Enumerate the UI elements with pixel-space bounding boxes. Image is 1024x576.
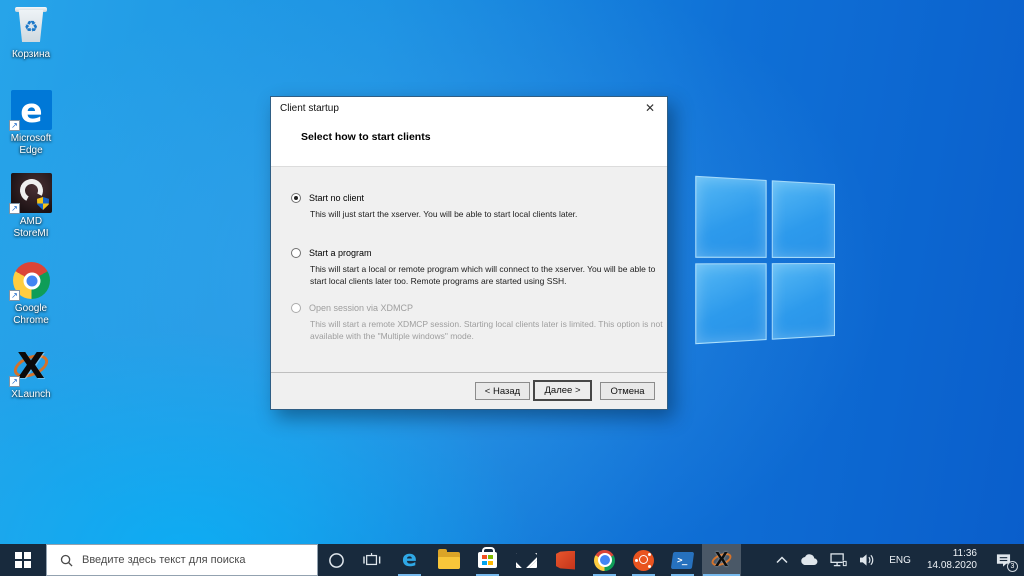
option-start-a-program: Start a program This will start a local … — [291, 248, 657, 287]
microsoft-store-icon — [478, 547, 497, 568]
option-description: This will start a local or remote progra… — [310, 264, 656, 286]
desktop-icon-label: Корзина — [11, 49, 51, 60]
client-startup-dialog: Client startup ✕ Select how to start cli… — [270, 96, 668, 410]
desktop-icon-label: XLaunch — [11, 389, 51, 400]
cancel-button[interactable]: Отмена — [600, 382, 655, 400]
taskbar-search[interactable] — [46, 544, 318, 576]
taskbar-ubuntu[interactable] — [624, 544, 663, 576]
office-icon — [556, 550, 575, 570]
chevron-up-icon — [776, 556, 788, 564]
onedrive-tray-button[interactable] — [794, 544, 824, 576]
network-tray-button[interactable] — [824, 544, 853, 576]
taskbar-edge[interactable]: e — [390, 544, 429, 576]
desktop-icon-label: Google Chrome — [13, 303, 49, 326]
dialog-title: Client startup — [280, 102, 339, 114]
cortana-button[interactable] — [318, 544, 354, 576]
uac-shield-icon — [37, 197, 49, 210]
notification-badge: 3 — [1007, 561, 1018, 572]
shortcut-arrow-icon: ↗ — [9, 203, 20, 214]
windows-start-icon — [15, 552, 31, 568]
radio-open-session-via-xdmcp — [291, 303, 301, 313]
search-icon — [60, 554, 73, 567]
option-description: This will just start the xserver. You wi… — [310, 209, 578, 219]
mail-icon — [516, 552, 537, 568]
taskbar-office[interactable] — [546, 544, 585, 576]
clock-date: 14.08.2020 — [926, 560, 977, 571]
desktop-icon-microsoft-edge[interactable]: e ↗ Microsoft Edge — [2, 90, 60, 157]
cortana-icon — [328, 552, 344, 568]
chrome-icon: ↗ — [9, 260, 52, 301]
taskbar: e >_ X — [0, 544, 1024, 576]
desktop-icon-label: Microsoft Edge — [10, 133, 52, 156]
recycle-bin-icon: ♻ — [10, 6, 52, 46]
volume-tray-button[interactable] — [853, 544, 881, 576]
chrome-icon — [594, 549, 615, 571]
option-label: Open session via XDMCP — [309, 303, 414, 313]
search-input[interactable] — [82, 554, 317, 566]
task-view-icon — [363, 553, 381, 566]
task-view-button[interactable] — [354, 544, 390, 576]
option-start-no-client: Start no client This will just start the… — [291, 193, 657, 221]
windows-logo-pane — [695, 175, 767, 258]
close-button[interactable]: ✕ — [633, 97, 667, 119]
wizard-heading: Select how to start clients — [301, 131, 431, 143]
desktop-icon-xlaunch[interactable]: X ↗ XLaunch — [2, 346, 60, 401]
shortcut-arrow-icon: ↗ — [9, 120, 20, 131]
taskbar-mail[interactable] — [507, 544, 546, 576]
xlaunch-icon: X — [709, 548, 734, 572]
wizard-body: Start no client This will just start the… — [271, 168, 667, 372]
back-button[interactable]: < Назад — [475, 382, 530, 400]
shortcut-arrow-icon: ↗ — [9, 290, 20, 301]
powershell-icon: >_ — [670, 551, 695, 569]
network-icon — [830, 553, 847, 567]
desktop-icon-recycle-bin[interactable]: ♻ Корзина — [2, 6, 60, 61]
option-description: This will start a remote XDMCP session. … — [310, 319, 663, 341]
option-label[interactable]: Start no client — [309, 193, 364, 203]
desktop-icon-amd-storemi[interactable]: ↗ AMD StoreMI — [2, 173, 60, 240]
windows-logo — [695, 175, 835, 345]
start-button[interactable] — [0, 544, 46, 576]
onedrive-cloud-icon — [801, 554, 818, 565]
taskbar-chrome[interactable] — [585, 544, 624, 576]
windows-logo-pane — [771, 262, 835, 340]
edge-icon: e — [402, 547, 417, 572]
speaker-icon — [860, 554, 874, 566]
desktop-icon-google-chrome[interactable]: ↗ Google Chrome — [2, 260, 60, 327]
dialog-titlebar[interactable]: Client startup ✕ — [271, 97, 667, 119]
windows-logo-pane — [695, 262, 767, 345]
taskbar-file-explorer[interactable] — [429, 544, 468, 576]
shortcut-arrow-icon: ↗ — [9, 376, 20, 387]
radio-start-no-client[interactable] — [291, 193, 301, 203]
option-label[interactable]: Start a program — [309, 248, 372, 258]
language-indicator[interactable]: ENG — [881, 555, 919, 566]
tray-chevron-button[interactable] — [770, 544, 794, 576]
amd-storemi-icon: ↗ — [9, 173, 52, 214]
desktop-icon-label: AMD StoreMI — [13, 216, 49, 239]
close-icon: ✕ — [644, 101, 656, 115]
system-tray: ENG 11:36 14.08.2020 3 — [770, 544, 1024, 576]
taskbar-microsoft-store[interactable] — [468, 544, 507, 576]
wizard-footer: < Назад Далее > Отмена — [271, 372, 667, 409]
option-open-session-via-xdmcp: Open session via XDMCP This will start a… — [291, 303, 663, 342]
taskbar-xlaunch[interactable]: X — [702, 544, 741, 576]
xlaunch-icon: X ↗ — [9, 346, 52, 387]
next-button[interactable]: Далее > — [533, 380, 592, 401]
edge-icon: e ↗ — [9, 90, 52, 131]
radio-start-a-program[interactable] — [291, 248, 301, 258]
screen: ♻ Корзина e ↗ Microsoft Edge ↗ AMD Store… — [0, 0, 1024, 576]
ubuntu-icon — [633, 549, 654, 571]
clock-time: 11:36 — [952, 548, 977, 559]
file-explorer-icon — [437, 548, 460, 569]
clock[interactable]: 11:36 14.08.2020 — [919, 548, 985, 572]
taskbar-powershell[interactable]: >_ — [663, 544, 702, 576]
notification-center-button[interactable]: 3 — [985, 544, 1024, 576]
windows-logo-pane — [771, 180, 835, 258]
wizard-header: Select how to start clients — [271, 119, 667, 167]
